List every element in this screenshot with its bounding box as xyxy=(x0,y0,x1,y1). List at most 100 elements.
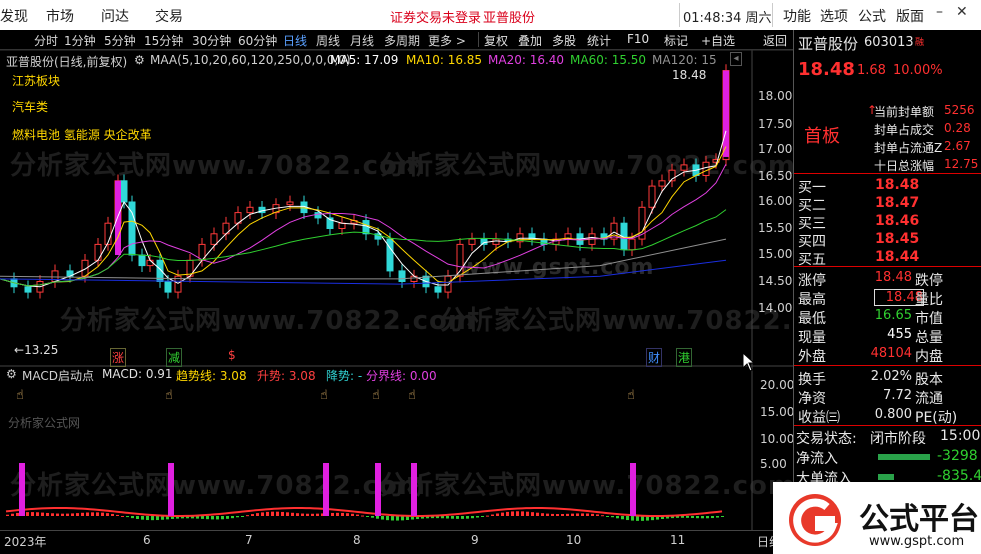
period-tab[interactable]: 多周期 xyxy=(384,32,420,49)
login-notice[interactable]: 证券交易未登录 xyxy=(390,7,481,26)
macd-bar xyxy=(596,514,599,516)
macd-bar xyxy=(536,512,539,516)
macd-bar xyxy=(681,516,684,518)
macd-signal-bar xyxy=(168,463,174,516)
multi-stock-button[interactable]: 多股 xyxy=(552,32,576,49)
restore-rights-button[interactable]: 复权 xyxy=(484,32,508,49)
bid-price: 18.47 xyxy=(875,195,920,211)
candle-body xyxy=(210,233,218,245)
menu-function[interactable]: 功能 xyxy=(783,6,811,26)
trend-line-value: 趋势线: 3.08 xyxy=(176,369,247,383)
event-marker-hk[interactable]: 港 xyxy=(676,348,693,367)
date-label: 6 xyxy=(143,533,151,547)
macd-bar xyxy=(6,514,9,516)
seal-value: 0.28 xyxy=(944,121,971,135)
stat-value: 455 xyxy=(887,327,912,342)
event-marker-finance[interactable]: 财 xyxy=(646,348,663,367)
mark-button[interactable]: 标记 xyxy=(664,32,688,49)
minimize-icon[interactable]: – xyxy=(936,4,943,20)
menu-wenda[interactable]: 问达 xyxy=(101,6,129,26)
macd-bar xyxy=(36,512,39,516)
macd-bar xyxy=(216,516,219,520)
event-marker-limitup[interactable]: 涨 xyxy=(110,348,127,367)
candle-body xyxy=(24,286,32,293)
macd-bar xyxy=(466,516,469,519)
macd-bar xyxy=(291,512,294,516)
candle-body xyxy=(386,238,394,272)
period-tab[interactable]: 周线 xyxy=(316,32,340,49)
event-marker-dollar[interactable]: $ xyxy=(228,348,236,362)
overlay-button[interactable]: 叠加 xyxy=(518,32,542,49)
logo-mark-icon xyxy=(789,494,841,546)
macd-bar xyxy=(101,512,104,516)
candle-body xyxy=(480,238,488,245)
down-trend-value: 降势: - xyxy=(326,369,363,383)
ma5-value: MA5: 17.09 xyxy=(330,53,399,67)
add-watchlist-button[interactable]: +自选 xyxy=(701,32,735,49)
date-label: 2023年 xyxy=(4,535,47,549)
back-button[interactable]: 返回 xyxy=(763,32,787,49)
candle-body xyxy=(680,164,688,171)
bid-price: 18.44 xyxy=(875,249,920,265)
period-tab[interactable]: 5分钟 xyxy=(104,32,136,49)
price-change-pct: 10.00% xyxy=(893,63,943,78)
statistics-button[interactable]: 统计 xyxy=(587,32,611,49)
net-inflow-value: -3298 xyxy=(937,448,978,464)
period-tab-active[interactable]: 日线 xyxy=(283,32,307,49)
macd-bar xyxy=(631,516,634,521)
trade-time: 15:00 xyxy=(940,428,981,444)
macd-bar xyxy=(461,516,464,519)
macd-bar xyxy=(346,513,349,516)
panel-toggle-icon[interactable]: ◂ xyxy=(730,52,742,66)
macd-bar xyxy=(86,512,89,516)
ma-params: MAA(5,10,20,60,120,250,0,0,0,0) xyxy=(150,53,351,67)
ma120-value: MA120: 15 xyxy=(652,53,717,67)
macd-bar xyxy=(456,516,459,519)
macd-bar xyxy=(621,516,624,520)
period-tab[interactable]: 1分钟 xyxy=(64,32,96,49)
quote-panel: 亚普股份 603013 融 18.48 1.68 10.00% 首板 当前封单额… xyxy=(793,30,981,554)
candle-body xyxy=(434,286,442,293)
macd-bar xyxy=(446,516,449,519)
macd-bar xyxy=(91,512,94,516)
candle-body xyxy=(120,180,128,203)
period-tab[interactable]: 月线 xyxy=(350,32,374,49)
stat-label: 收益㈢ xyxy=(798,410,840,426)
event-marker-reduce[interactable]: 减 xyxy=(166,348,183,367)
annotation-concept: 燃料电池 氢能源 央企改革 xyxy=(12,128,152,142)
period-tab[interactable]: 分时 xyxy=(34,32,58,49)
menu-formula[interactable]: 公式 xyxy=(858,6,886,26)
settings-icon[interactable]: ⚙ xyxy=(134,53,145,67)
seal-label: 当前封单额 xyxy=(874,105,935,119)
menu-market[interactable]: 市场 xyxy=(46,6,74,26)
macd-bar xyxy=(126,516,129,518)
period-tab[interactable]: 30分钟 xyxy=(192,32,231,49)
macd-bar xyxy=(526,511,529,516)
macd-bar xyxy=(46,512,49,516)
period-tab[interactable]: 15分钟 xyxy=(144,32,183,49)
macd-value: MACD: 0.91 xyxy=(102,367,173,381)
menu-layout[interactable]: 版面 xyxy=(896,6,924,26)
settings-icon[interactable]: ⚙ xyxy=(6,367,17,381)
macd-bar xyxy=(106,513,109,516)
f10-button[interactable]: F10 xyxy=(627,32,649,46)
chart-area[interactable]: 分析家公式网www.70822.com 分析家公式网www.70822.com … xyxy=(0,50,855,530)
macd-bar xyxy=(521,511,524,516)
macd-bar xyxy=(61,513,64,516)
macd-bar xyxy=(281,511,284,516)
divider xyxy=(794,365,981,366)
macd-bar xyxy=(96,512,99,516)
menu-trade[interactable]: 交易 xyxy=(155,6,183,26)
menu-options[interactable]: 选项 xyxy=(820,6,848,26)
menu-discover[interactable]: 发现 xyxy=(0,6,28,26)
macd-bar xyxy=(691,516,694,519)
macd-bar xyxy=(486,515,489,517)
close-icon[interactable]: ✕ xyxy=(956,4,968,20)
macd-signal-bar xyxy=(323,463,329,516)
period-tab[interactable]: 60分钟 xyxy=(238,32,277,49)
macd-bar xyxy=(546,513,549,516)
macd-bar xyxy=(206,516,209,520)
up-trend-value: 升势: 3.08 xyxy=(257,369,316,383)
more-periods[interactable]: 更多 > xyxy=(428,32,466,49)
macd-bar xyxy=(451,516,454,519)
